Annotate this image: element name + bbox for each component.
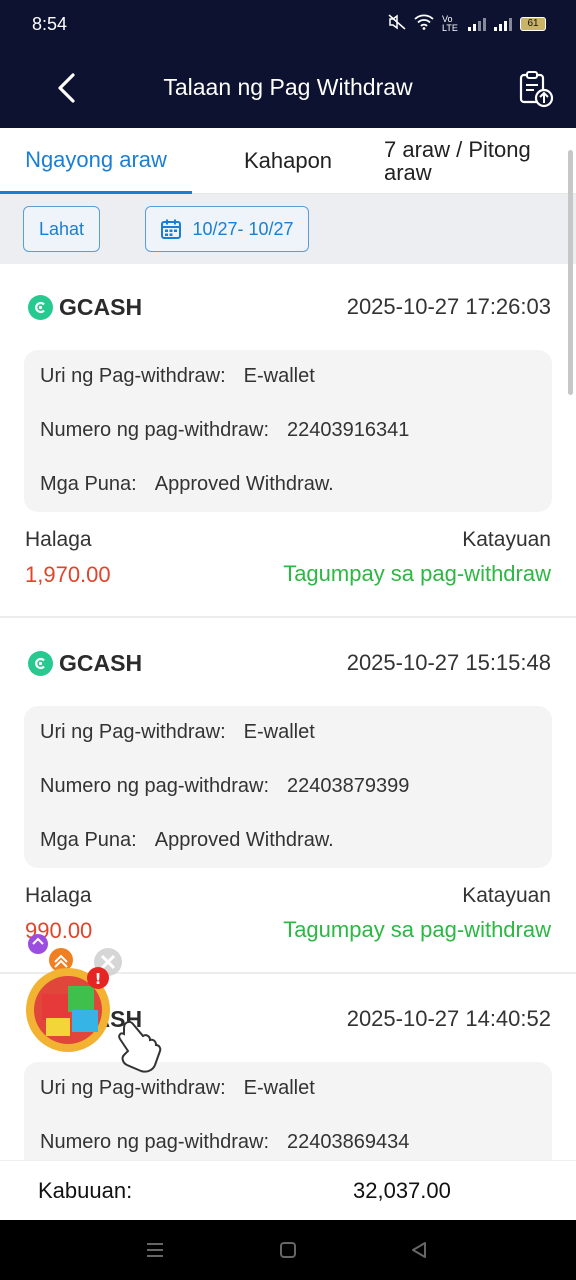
tab-today[interactable]: Ngayong araw [0,128,192,194]
record-details-card: Uri ng Pag-withdraw: E-wallet Numero ng p… [24,1062,552,1160]
withdraw-number-row: Numero ng pag-withdraw: 22403916341 [40,419,409,442]
status-label: Katayuan [462,884,551,907]
battery-icon: 61 [520,16,546,31]
withdraw-number-label: Numero ng pag-withdraw [40,775,264,797]
withdraw-number-value: 22403916341 [287,419,410,441]
record-datetime: 2025-10-27 14:40:52 [346,1006,551,1031]
separator: : [220,721,226,743]
withdraw-record: GCASH 2025-10-27 15:15:48 Uri ng Pag-wit… [0,620,576,974]
app-header: Talaan ng Pag Withdraw [0,50,576,128]
back-triangle-icon [412,1242,426,1258]
tab-yesterday[interactable]: Kahapon [192,128,384,194]
separator: : [131,829,137,851]
status-bar: 8:54 Vo LTE 61 [0,0,576,50]
record-datetime: 2025-10-27 15:15:48 [346,650,551,675]
status-label: Katayuan [462,528,551,551]
date-tabs: Ngayong araw Kahapon 7 araw / Pitong ara… [0,128,576,194]
withdraw-type-value: E-wallet [243,721,315,743]
separator: : [263,1131,269,1153]
gift-box-icon: ! [26,934,162,1073]
record-details-card: Uri ng Pag-withdraw: E-wallet Numero ng p… [24,350,552,512]
status-value: Tagumpay sa pag-withdraw [283,917,551,942]
export-button[interactable] [518,70,554,108]
payment-method-name: GCASH [59,294,143,320]
withdraw-number-label: Numero ng pag-withdraw [40,419,264,441]
back-nav-button[interactable] [407,1238,431,1262]
scrollbar[interactable] [568,150,573,395]
withdraw-number-value: 22403869434 [287,1131,410,1153]
separator: : [263,775,269,797]
home-square-icon [280,1242,296,1258]
record-details-card: Uri ng Pag-withdraw: E-wallet Numero ng p… [24,706,552,868]
recent-apps-button[interactable] [143,1238,167,1262]
clipboard-upload-icon [519,71,554,108]
status-value: Tagumpay sa pag-withdraw [283,561,551,586]
status-icons: Vo LTE 61 [388,14,546,33]
withdraw-type-label: Uri ng Pag-withdraw [40,721,221,743]
payment-method: GCASH [28,650,142,677]
withdraw-type-row: Uri ng Pag-withdraw: E-wallet [40,721,315,744]
withdraw-number-row: Numero ng pag-withdraw: 22403879399 [40,775,409,798]
payment-method-name: GCASH [59,650,143,676]
date-range-value: 10/27- 10/27 [192,218,294,239]
separator: : [131,473,137,495]
mute-icon [388,14,406,33]
gcash-logo-icon [28,651,53,676]
remarks-row: Mga Puna: Approved Withdraw. [40,473,334,496]
total-label: Kabuuan: [38,1178,133,1203]
filter-all-button[interactable]: Lahat [23,206,100,252]
floating-game-widget[interactable]: ! [16,930,166,1075]
wifi-icon [414,14,434,33]
remarks-label: Mga Puna [40,829,132,851]
separator: : [263,419,269,441]
withdraw-type-row: Uri ng Pag-withdraw: E-wallet [40,1077,315,1100]
amount-label: Halaga [25,884,92,907]
amount-value: 1,970.00 [25,562,111,587]
withdraw-type-value: E-wallet [243,365,315,387]
withdraw-type-label: Uri ng Pag-withdraw [40,1077,221,1099]
filter-bar: Lahat 10/27- 10/27 [0,194,576,264]
signal-icon [468,17,486,31]
remarks-value: Approved Withdraw. [154,829,334,851]
record-datetime: 2025-10-27 17:26:03 [346,294,551,319]
battery-level: 61 [527,18,539,29]
page-title: Talaan ng Pag Withdraw [163,74,413,100]
svg-text:!: ! [95,970,102,988]
separator: : [220,1077,226,1099]
withdraw-record: GCASH 2025-10-27 17:26:03 Uri ng Pag-wit… [0,264,576,618]
total-summary: Kabuuan: 32,037.00 [0,1160,576,1220]
remarks-value: Approved Withdraw. [154,473,334,495]
withdraw-type-label: Uri ng Pag-withdraw [40,365,221,387]
separator: : [220,365,226,387]
calendar-icon [161,219,182,239]
system-nav-bar [0,1220,576,1280]
gcash-logo-icon [28,295,53,320]
withdraw-number-row: Numero ng pag-withdraw: 22403869434 [40,1131,409,1154]
date-range-picker[interactable]: 10/27- 10/27 [145,206,309,252]
withdraw-number-label: Numero ng pag-withdraw [40,1131,264,1153]
remarks-row: Mga Puna: Approved Withdraw. [40,829,334,852]
menu-icon [147,1243,163,1257]
payment-method: GCASH [28,294,142,321]
status-time: 8:54 [32,14,68,34]
home-button[interactable] [276,1238,300,1262]
record-divider [0,616,576,618]
remarks-label: Mga Puna [40,473,132,495]
signal-icon-2 [494,17,512,31]
withdraw-number-value: 22403879399 [287,775,410,797]
withdraw-type-row: Uri ng Pag-withdraw: E-wallet [40,365,315,388]
volte-label: Vo LTE [442,13,458,33]
tab-7-days[interactable]: 7 araw / Pitong araw [384,128,564,194]
amount-label: Halaga [25,528,92,551]
withdraw-type-value: E-wallet [243,1077,315,1099]
total-value: 32,037.00 [353,1178,451,1203]
